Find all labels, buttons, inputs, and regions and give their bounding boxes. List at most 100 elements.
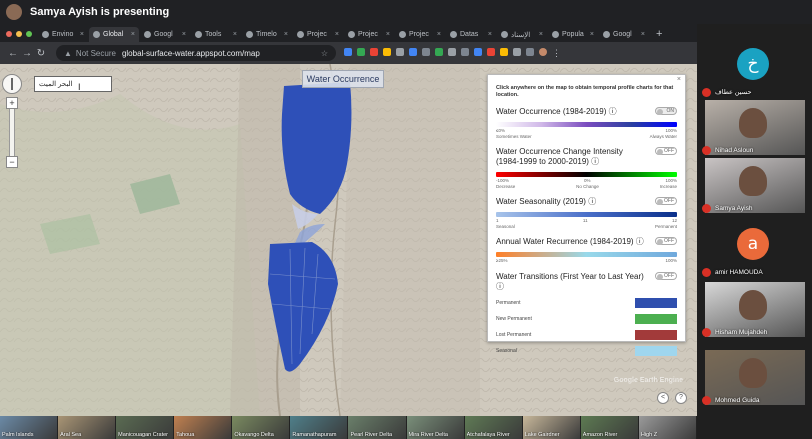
participant-tile[interactable]: a amir HAMOUDA bbox=[697, 222, 812, 279]
tab-close-icon[interactable]: × bbox=[437, 31, 441, 38]
location-thumbnail[interactable]: Manicouagan Crater bbox=[116, 416, 174, 439]
zoom-in-icon[interactable]: + bbox=[6, 97, 18, 109]
extension-icon[interactable] bbox=[435, 47, 443, 56]
new-tab-icon[interactable]: + bbox=[650, 28, 668, 42]
extension-icon[interactable] bbox=[474, 47, 482, 56]
location-thumbnail[interactable]: Pearl River Delta bbox=[348, 416, 406, 439]
layer-toggle[interactable]: OFF bbox=[655, 272, 677, 280]
tab-close-icon[interactable]: × bbox=[386, 31, 390, 38]
browser-tab[interactable]: Datas × bbox=[446, 27, 496, 42]
map-search-input[interactable]: البحر الميت bbox=[34, 76, 112, 92]
tab-close-icon[interactable]: × bbox=[80, 31, 84, 38]
browser-tab[interactable]: Googl × bbox=[140, 27, 190, 42]
tab-close-icon[interactable]: × bbox=[233, 31, 237, 38]
location-thumbnail[interactable]: Palm Islands bbox=[0, 416, 58, 439]
back-icon[interactable]: ← bbox=[6, 48, 20, 59]
tab-close-icon[interactable]: × bbox=[488, 31, 492, 38]
location-thumbnail[interactable]: Amazon River bbox=[580, 416, 638, 439]
layer-title-label: Water Occurrence bbox=[302, 70, 384, 88]
browser-tab[interactable]: Timelo × bbox=[242, 27, 292, 42]
extension-icon[interactable] bbox=[422, 47, 430, 56]
location-thumbnail[interactable]: Lake Gairdner bbox=[522, 416, 580, 439]
transition-legend-row: Lost Permanent bbox=[496, 330, 677, 340]
extension-icon[interactable] bbox=[409, 47, 417, 56]
tab-close-icon[interactable]: × bbox=[539, 31, 543, 38]
tab-favicon-icon bbox=[93, 31, 100, 38]
extension-icon[interactable] bbox=[461, 47, 469, 56]
browser-tab-strip: Envino × Global × Googl × Tools × Timelo × Projec ×… bbox=[0, 24, 697, 42]
extension-icon[interactable] bbox=[383, 47, 391, 56]
browser-tab[interactable]: Googl × bbox=[599, 27, 649, 42]
thumbnail-label: Mira River Delta bbox=[408, 432, 448, 438]
reload-icon[interactable]: ↻ bbox=[34, 48, 48, 59]
scale-label: 0% bbox=[583, 178, 591, 183]
extension-icon[interactable] bbox=[500, 47, 508, 56]
extension-icon[interactable] bbox=[344, 47, 352, 56]
extension-icon[interactable] bbox=[357, 47, 365, 56]
browser-tab[interactable]: Global × bbox=[89, 27, 139, 42]
close-window-icon[interactable] bbox=[6, 31, 12, 37]
tab-list: Envino × Global × Googl × Tools × Timelo × Projec ×… bbox=[38, 27, 650, 42]
share-icon[interactable]: < bbox=[657, 392, 669, 404]
thumbnail-label: Aral Sea bbox=[60, 432, 82, 438]
participant-tile[interactable]: Hisham Mujahdeh bbox=[697, 282, 812, 339]
tab-close-icon[interactable]: × bbox=[335, 31, 339, 38]
location-thumbnail[interactable]: Mira River Delta bbox=[406, 416, 464, 439]
address-bar[interactable]: ▲ Not Secure global-surface-water.appspo… bbox=[56, 45, 336, 61]
participant-tile[interactable]: Nihad Asloun bbox=[697, 100, 812, 157]
help-icon[interactable]: ? bbox=[675, 392, 687, 404]
thumbnail-label: Manicouagan Crater bbox=[118, 432, 168, 438]
layer-toggle[interactable]: OFF bbox=[655, 147, 677, 155]
transition-swatch bbox=[635, 314, 677, 324]
browser-tab[interactable]: Projec × bbox=[344, 27, 394, 42]
browser-tab[interactable]: الإسناد × bbox=[497, 27, 547, 42]
tab-close-icon[interactable]: × bbox=[590, 31, 594, 38]
maximize-window-icon[interactable] bbox=[26, 31, 32, 37]
extension-icon[interactable] bbox=[487, 47, 495, 56]
location-thumbnail[interactable]: Atchafalaya River bbox=[464, 416, 522, 439]
browser-tab[interactable]: Projec × bbox=[293, 27, 343, 42]
color-scale bbox=[496, 172, 677, 177]
extension-icon[interactable] bbox=[396, 47, 404, 56]
location-thumbnail[interactable]: Ramanathapuram bbox=[290, 416, 348, 439]
layer-title: Water Occurrence Change Intensity (1984-… bbox=[496, 147, 623, 166]
extension-icon[interactable] bbox=[448, 47, 456, 56]
participant-tile[interactable]: Samya Ayish bbox=[697, 158, 812, 215]
tab-close-icon[interactable]: × bbox=[131, 31, 135, 38]
bookmark-star-icon[interactable]: ☆ bbox=[321, 49, 328, 58]
extension-icon[interactable] bbox=[526, 47, 534, 56]
menu-dots-icon[interactable]: ⋮ bbox=[552, 48, 561, 59]
zoom-out-icon[interactable]: − bbox=[6, 156, 18, 168]
thumbnail-label: Palm Islands bbox=[2, 432, 34, 438]
layer-toggle[interactable]: OFF bbox=[655, 197, 677, 205]
browser-tab[interactable]: Projec × bbox=[395, 27, 445, 42]
layer-toggle[interactable]: ON bbox=[655, 107, 677, 115]
tab-close-icon[interactable]: × bbox=[284, 31, 288, 38]
panel-close-icon[interactable]: × bbox=[677, 76, 681, 83]
map-canvas[interactable]: + − البحر الميت I Water Occurrence × Cli… bbox=[0, 64, 697, 416]
mic-off-icon bbox=[702, 146, 711, 155]
forward-icon[interactable]: → bbox=[20, 48, 34, 59]
layer-list: Water Occurrence (1984-2019) ⓘ ON ≤0% 100% S… bbox=[496, 107, 677, 356]
extension-icon[interactable] bbox=[513, 47, 521, 56]
location-thumbnail[interactable]: High Z bbox=[638, 416, 696, 439]
minimize-window-icon[interactable] bbox=[16, 31, 22, 37]
location-thumbnail[interactable]: Okavango Delta bbox=[232, 416, 290, 439]
extension-icon[interactable] bbox=[370, 47, 378, 56]
browser-tab[interactable]: Tools × bbox=[191, 27, 241, 42]
shared-screen: Envino × Global × Googl × Tools × Timelo × Projec ×… bbox=[0, 24, 697, 439]
tab-close-icon[interactable]: × bbox=[641, 31, 645, 38]
transition-label: Lost Permanent bbox=[496, 332, 532, 338]
location-thumbnail[interactable]: Aral Sea bbox=[58, 416, 116, 439]
browser-tab[interactable]: Popula × bbox=[548, 27, 598, 42]
participant-tile[interactable]: خ حسين عطاف bbox=[697, 42, 812, 99]
browser-tab[interactable]: Envino × bbox=[38, 27, 88, 42]
layer-toggle[interactable]: OFF bbox=[655, 237, 677, 245]
zoom-slider[interactable]: + − bbox=[6, 97, 18, 168]
participant-tile[interactable]: Mohmed Guida bbox=[697, 350, 812, 407]
location-thumbnail[interactable]: Tahoua bbox=[174, 416, 232, 439]
tab-close-icon[interactable]: × bbox=[182, 31, 186, 38]
profile-avatar-icon[interactable] bbox=[539, 47, 547, 56]
tab-label: Popula bbox=[562, 31, 584, 38]
compass-icon[interactable] bbox=[2, 74, 22, 94]
